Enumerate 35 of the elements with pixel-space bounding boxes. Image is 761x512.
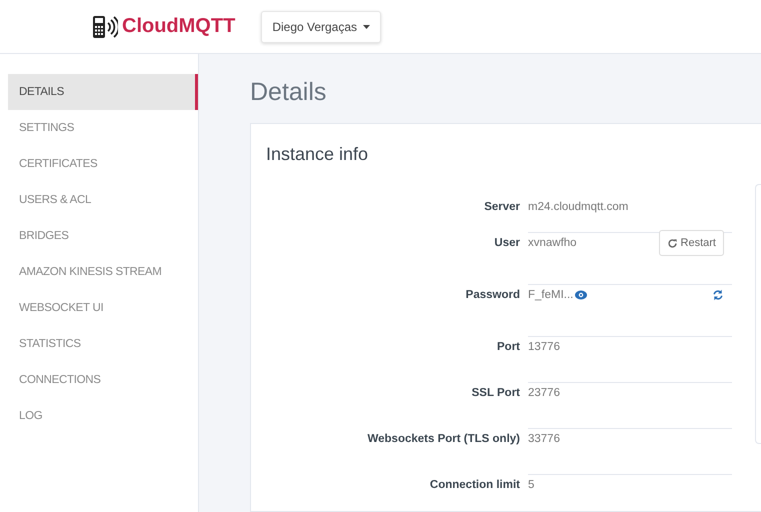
- field-value: 23776: [528, 386, 560, 399]
- sync-icon: [712, 289, 724, 301]
- field-value: 33776: [528, 432, 560, 445]
- account-dropdown[interactable]: Diego Vergaças: [261, 10, 382, 42]
- restart-button[interactable]: Restart: [658, 230, 724, 256]
- field-value: xvnawfho: [528, 236, 577, 249]
- sidebar-item[interactable]: BRIDGES: [8, 218, 198, 254]
- field-label: SSL Port: [470, 386, 520, 401]
- field-value: 13776: [528, 340, 560, 353]
- field-value: 5: [528, 478, 534, 491]
- refresh-icon: [666, 238, 678, 248]
- field-label: Server: [483, 200, 520, 215]
- sidebar-item[interactable]: DETAILS: [8, 74, 198, 110]
- field-label: User: [493, 236, 520, 251]
- sidebar-item[interactable]: AMAZON KINESIS STREAM: [8, 254, 198, 290]
- sidebar-item[interactable]: SETTINGS: [8, 110, 198, 146]
- sidebar-item[interactable]: STATISTICS: [8, 326, 198, 362]
- sidebar-item[interactable]: CERTIFICATES: [8, 146, 198, 182]
- card-title: Instance info: [266, 144, 370, 165]
- field-label: Password: [464, 288, 520, 303]
- regenerate-button[interactable]: [712, 289, 724, 301]
- sidebar-item[interactable]: LOG: [8, 398, 198, 434]
- brand-name: CloudMQTT: [122, 15, 236, 38]
- page-title: Details: [250, 78, 328, 107]
- sidebar-item[interactable]: WEBSOCKET UI: [8, 290, 198, 326]
- phone-signal-icon: [92, 14, 118, 38]
- field-value: F_feMI...: [528, 289, 574, 301]
- field-label: Websockets Port (TLS only): [366, 432, 520, 447]
- eye-icon[interactable]: [575, 290, 588, 300]
- caret-icon: [363, 24, 370, 28]
- field-label: Port: [496, 340, 520, 355]
- sidebar-item[interactable]: CONNECTIONS: [8, 362, 198, 398]
- field-label: Connection limit: [428, 478, 520, 493]
- sidebar-item[interactable]: USERS & ACL: [8, 182, 198, 218]
- field-value: m24.cloudmqtt.com: [528, 200, 628, 213]
